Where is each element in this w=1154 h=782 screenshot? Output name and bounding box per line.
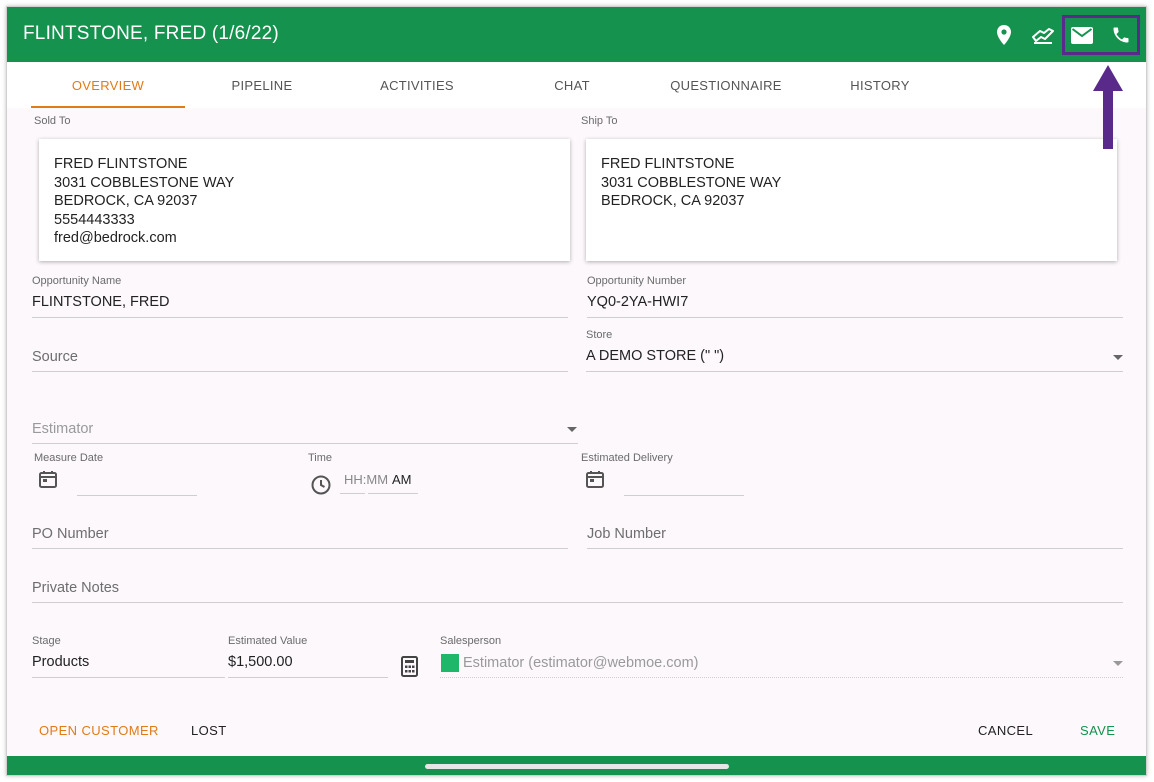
estimated-delivery-input[interactable] bbox=[624, 469, 744, 496]
opportunity-number-label: Opportunity Number bbox=[587, 275, 687, 287]
store-value: A DEMO STORE (" ") bbox=[586, 348, 725, 364]
tab-bar: OVERVIEW PIPELINE ACTIVITIES CHAT QUESTI… bbox=[7, 62, 1146, 108]
time-label: Time bbox=[308, 452, 333, 464]
time-ampm[interactable]: AM bbox=[392, 472, 412, 487]
tab-pipeline[interactable]: PIPELINE bbox=[185, 62, 339, 108]
store-select[interactable]: Store A DEMO STORE (" ") bbox=[586, 325, 1123, 372]
contact-icons-highlight bbox=[1062, 15, 1140, 55]
map-pin-icon[interactable] bbox=[990, 21, 1018, 49]
private-notes-placeholder: Private Notes bbox=[32, 580, 120, 596]
salesperson-label: Salesperson bbox=[440, 635, 502, 647]
tab-overview[interactable]: OVERVIEW bbox=[31, 62, 185, 108]
opportunity-number-value: YQ0-2YA-HWI7 bbox=[587, 294, 689, 310]
handshake-icon[interactable] bbox=[1029, 21, 1057, 49]
lost-button[interactable]: LOST bbox=[191, 723, 227, 738]
source-placeholder: Source bbox=[32, 349, 78, 365]
page-title: FLINTSTONE, FRED (1/6/22) bbox=[23, 23, 279, 44]
ship-to-line: BEDROCK, CA 92037 bbox=[601, 193, 745, 209]
sold-to-line: 3031 COBBLESTONE WAY bbox=[54, 174, 235, 191]
active-tab-indicator bbox=[31, 106, 185, 108]
stage-label: Stage bbox=[32, 635, 61, 647]
time-hour-input[interactable]: HH:MM bbox=[340, 467, 388, 494]
private-notes-field[interactable]: Private Notes bbox=[32, 557, 1123, 603]
annotation-arrow bbox=[1093, 65, 1123, 149]
sold-to-card[interactable]: FRED FLINTSTONE 3031 COBBLESTONE WAY BED… bbox=[39, 139, 570, 261]
estimator-placeholder: Estimator bbox=[32, 421, 94, 437]
store-label: Store bbox=[586, 329, 613, 341]
open-customer-button[interactable]: OPEN CUSTOMER bbox=[39, 723, 159, 738]
calculator-icon[interactable] bbox=[401, 656, 418, 677]
measure-date-input[interactable] bbox=[77, 469, 197, 496]
app-window: FLINTSTONE, FRED (1/6/22) OVERVIEW PIPEL… bbox=[6, 6, 1147, 776]
chevron-down-icon bbox=[567, 427, 577, 432]
opportunity-name-value: FLINTSTONE, FRED bbox=[32, 294, 170, 310]
ship-to-line: FRED FLINTSTONE bbox=[601, 156, 735, 172]
sold-to-line: 5554443333 bbox=[54, 211, 135, 228]
ship-to-label: Ship To bbox=[581, 115, 618, 127]
salesperson-value: Estimator (estimator@webmoe.com) bbox=[463, 655, 699, 671]
sold-to-line: fred@bedrock.com bbox=[54, 230, 177, 246]
clock-icon[interactable] bbox=[310, 474, 332, 496]
po-number-placeholder: PO Number bbox=[32, 526, 109, 542]
opportunity-number-field[interactable]: Opportunity Number YQ0-2YA-HWI7 bbox=[587, 271, 1123, 318]
ship-to-card[interactable]: FRED FLINTSTONE 3031 COBBLESTONE WAY BED… bbox=[586, 139, 1117, 261]
bottom-bar bbox=[7, 756, 1146, 775]
estimator-select[interactable]: Estimator bbox=[32, 397, 578, 444]
sold-to-label: Sold To bbox=[34, 115, 71, 127]
save-button[interactable]: SAVE bbox=[1080, 723, 1115, 738]
calendar-icon[interactable] bbox=[585, 469, 605, 489]
header-bar: FLINTSTONE, FRED (1/6/22) bbox=[7, 7, 1146, 62]
estimated-delivery-label: Estimated Delivery bbox=[581, 452, 673, 464]
po-number-field[interactable]: PO Number bbox=[32, 503, 568, 549]
salesperson-select[interactable]: Salesperson Estimator (estimator@webmoe.… bbox=[440, 632, 1123, 678]
opportunity-name-field[interactable]: Opportunity Name FLINTSTONE, FRED bbox=[32, 271, 568, 318]
measure-date-label: Measure Date bbox=[34, 452, 104, 464]
tab-history[interactable]: HISTORY bbox=[803, 62, 957, 108]
sold-to-line: FRED FLINTSTONE bbox=[54, 156, 188, 172]
sold-to-line: BEDROCK, CA 92037 bbox=[54, 193, 198, 209]
ship-to-line: 3031 COBBLESTONE WAY bbox=[601, 174, 782, 191]
chevron-down-icon bbox=[1113, 661, 1123, 666]
estimated-value-field[interactable]: Estimated Value $1,500.00 bbox=[228, 632, 388, 678]
stage-value: Products bbox=[32, 654, 90, 670]
estimated-value-value: $1,500.00 bbox=[228, 654, 293, 670]
salesperson-color-swatch bbox=[441, 654, 459, 672]
tab-questionnaire[interactable]: QUESTIONNAIRE bbox=[649, 62, 803, 108]
home-indicator[interactable] bbox=[425, 764, 729, 769]
opportunity-name-label: Opportunity Name bbox=[32, 275, 122, 287]
estimated-value-label: Estimated Value bbox=[228, 635, 308, 647]
calendar-icon[interactable] bbox=[38, 469, 58, 489]
cancel-button[interactable]: CANCEL bbox=[978, 723, 1033, 738]
job-number-field[interactable]: Job Number bbox=[587, 503, 1123, 549]
stage-field[interactable]: Stage Products bbox=[32, 632, 225, 678]
tab-activities[interactable]: ACTIVITIES bbox=[339, 62, 495, 108]
tab-chat[interactable]: CHAT bbox=[495, 62, 649, 108]
chevron-down-icon bbox=[1113, 355, 1123, 360]
time-minute-input[interactable]: AM bbox=[368, 467, 418, 494]
job-number-placeholder: Job Number bbox=[587, 526, 666, 542]
source-field[interactable]: Source bbox=[32, 325, 568, 372]
